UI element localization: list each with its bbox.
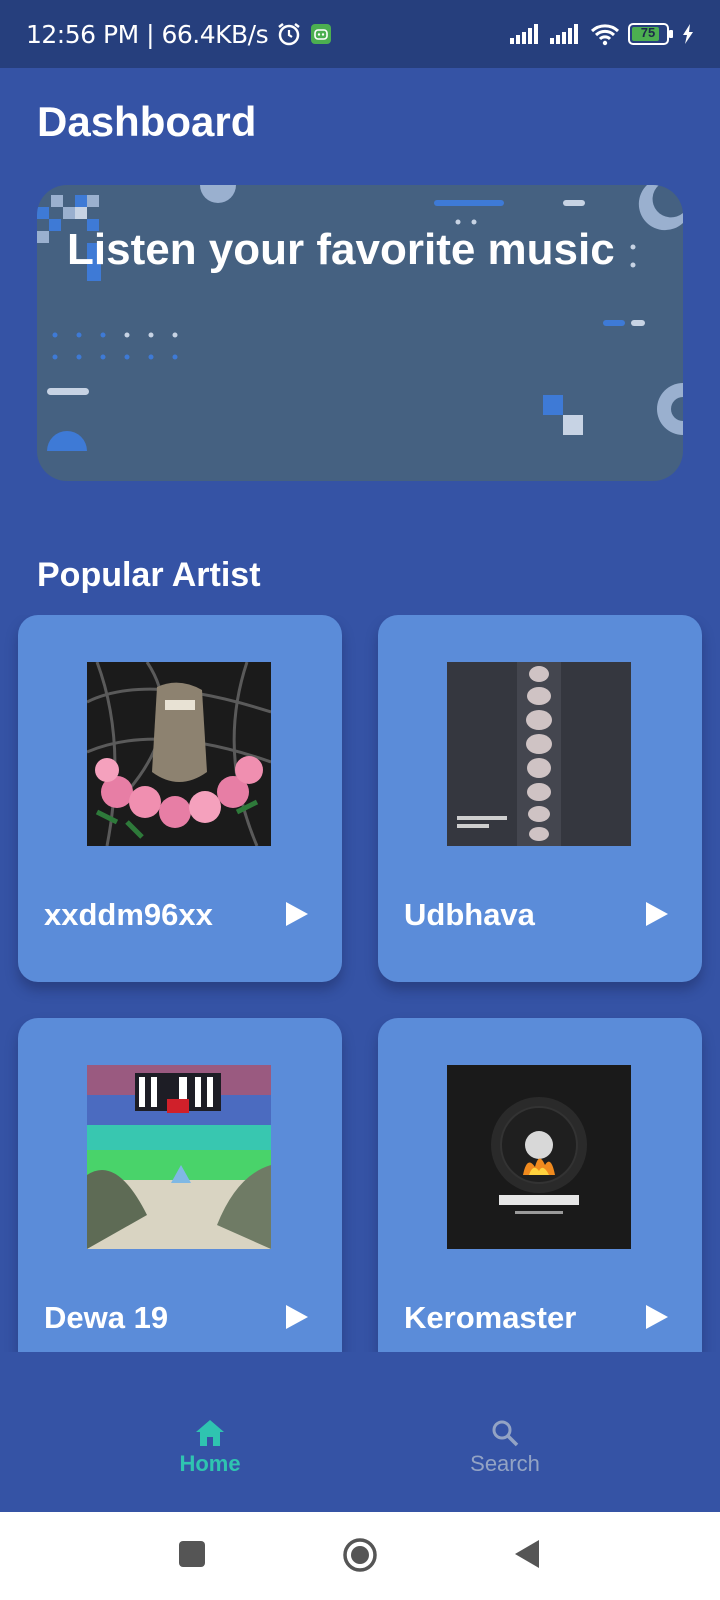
play-icon[interactable]	[644, 900, 670, 928]
search-icon	[492, 1420, 519, 1447]
artist-card[interactable]: xxddm96xx	[18, 615, 342, 982]
bottom-navigation: Home Search	[0, 1355, 720, 1512]
signal-icon	[510, 24, 542, 44]
hero-banner[interactable]: Listen your favorite music	[37, 185, 683, 481]
page-title: Dashboard	[37, 98, 257, 145]
nav-label-search: Search	[470, 1451, 540, 1476]
artist-name: Dewa 19	[44, 1300, 169, 1335]
charging-icon	[682, 24, 694, 44]
wifi-icon	[590, 22, 620, 46]
album-art-dewa-19	[87, 1065, 271, 1249]
signal-icon	[550, 24, 582, 44]
section-title: Popular Artist	[37, 556, 261, 594]
banner-text: Listen your favorite music	[67, 225, 615, 274]
play-icon[interactable]	[284, 900, 310, 928]
play-icon[interactable]	[644, 1303, 670, 1331]
nav-item-home[interactable]: Home	[130, 1419, 290, 1477]
system-navigation-bar	[0, 1512, 720, 1600]
album-art-udbhava-dewa	[447, 662, 631, 846]
artist-card[interactable]: Udbhava	[378, 615, 702, 982]
play-icon[interactable]	[284, 1303, 310, 1331]
nav-label-home: Home	[179, 1451, 241, 1476]
artist-grid: xxddm96xx Udbhava Dewa 19 Keromaster	[0, 615, 720, 1352]
album-art-kerozene	[447, 1065, 631, 1249]
battery-icon: 75	[628, 23, 674, 45]
recents-icon[interactable]	[178, 1540, 206, 1568]
artist-card[interactable]: Dewa 19	[18, 1018, 342, 1352]
back-icon[interactable]	[514, 1539, 540, 1569]
artist-name: xxddm96xx	[44, 897, 213, 932]
alarm-icon	[276, 21, 302, 47]
artist-name: Udbhava	[404, 897, 535, 932]
status-bar: 12:56 PM | 66.4KB/s 75	[0, 0, 720, 68]
artist-name: Keromaster	[404, 1300, 577, 1335]
home-circle-icon[interactable]	[342, 1537, 378, 1573]
robot-icon	[310, 23, 332, 45]
artist-card[interactable]: Keromaster	[378, 1018, 702, 1352]
nav-item-search[interactable]: Search	[425, 1419, 585, 1477]
home-icon	[196, 1420, 224, 1446]
status-time: 12:56 PM | 66.4KB/s	[26, 19, 269, 49]
album-art-roses-mask	[87, 662, 271, 846]
battery-level: 75	[640, 25, 656, 40]
